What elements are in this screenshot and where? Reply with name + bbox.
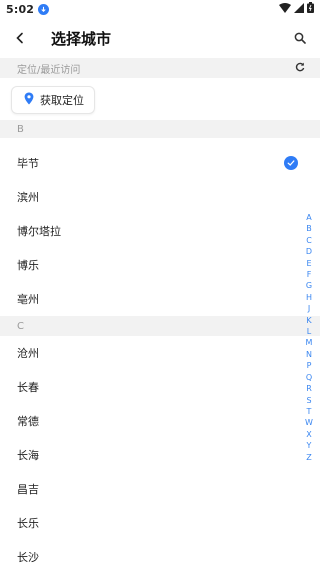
- status-time: 5:02: [6, 2, 35, 16]
- check-icon: [284, 156, 298, 170]
- index-letter[interactable]: S: [306, 395, 311, 406]
- wifi-icon: [279, 2, 291, 16]
- city-name: 昌吉: [17, 483, 39, 496]
- city-name: 博尔塔拉: [17, 225, 61, 238]
- city-list-content: 本溪毕节滨州博尔塔拉博乐亳州C沧州长春常德长海昌吉长乐长沙: [0, 138, 320, 569]
- battery-icon: [307, 2, 314, 16]
- city-item[interactable]: 长沙: [0, 540, 320, 569]
- city-item[interactable]: 昌吉: [0, 472, 320, 506]
- page-title: 选择城市: [51, 29, 112, 48]
- index-letter[interactable]: K: [306, 315, 311, 326]
- search-icon: [294, 29, 306, 48]
- location-pin-icon: [24, 92, 34, 108]
- alphabet-index-bar[interactable]: ABCDEFGHJKLMNPQRSTWXYZ: [303, 212, 315, 463]
- city-name: 滨州: [17, 191, 39, 204]
- city-name: 沧州: [17, 347, 39, 360]
- city-item[interactable]: 长春: [0, 370, 320, 404]
- city-name: 长海: [17, 449, 39, 462]
- back-button[interactable]: [0, 18, 40, 58]
- index-letter[interactable]: A: [306, 212, 311, 223]
- city-list[interactable]: 本溪毕节滨州博尔塔拉博乐亳州C沧州长春常德长海昌吉长乐长沙: [0, 138, 320, 569]
- city-name: 常德: [17, 415, 39, 428]
- index-letter[interactable]: Q: [306, 372, 312, 383]
- index-letter[interactable]: E: [306, 258, 311, 269]
- recent-section-label: 定位/最近访问: [17, 64, 81, 76]
- city-item[interactable]: 滨州: [0, 180, 320, 214]
- index-letter[interactable]: G: [306, 280, 312, 291]
- sticky-group-letter: B: [17, 123, 24, 135]
- sticky-header-fade: [0, 138, 320, 144]
- get-location-label: 获取定位: [40, 94, 84, 107]
- get-location-button[interactable]: 获取定位: [11, 86, 95, 114]
- refresh-icon: [295, 62, 305, 75]
- index-letter[interactable]: D: [306, 246, 312, 257]
- status-bar: 5:02: [0, 0, 320, 18]
- app-bar: 选择城市: [0, 18, 320, 58]
- index-letter[interactable]: W: [305, 417, 313, 428]
- city-name: 长春: [17, 381, 39, 394]
- city-item[interactable]: 长乐: [0, 506, 320, 540]
- city-item[interactable]: 沧州: [0, 336, 320, 370]
- city-name: 毕节: [17, 157, 39, 170]
- city-name: 博乐: [17, 259, 39, 272]
- index-letter[interactable]: P: [307, 360, 312, 371]
- city-item[interactable]: 博尔塔拉: [0, 214, 320, 248]
- city-item[interactable]: 博乐: [0, 248, 320, 282]
- chevron-left-icon: [15, 29, 25, 48]
- city-item[interactable]: 常德: [0, 404, 320, 438]
- city-item[interactable]: 亳州: [0, 282, 320, 316]
- download-icon: [38, 3, 50, 15]
- signal-icon: [294, 2, 304, 16]
- refresh-button[interactable]: [292, 60, 308, 76]
- index-letter[interactable]: H: [306, 292, 312, 303]
- search-button[interactable]: [282, 18, 318, 58]
- city-name: 长沙: [17, 551, 39, 564]
- index-letter[interactable]: J: [308, 303, 310, 314]
- index-letter[interactable]: N: [306, 349, 312, 360]
- index-letter[interactable]: Z: [306, 452, 311, 463]
- sticky-group-header: B: [0, 120, 320, 138]
- index-letter[interactable]: T: [307, 406, 312, 417]
- group-header: C: [0, 316, 320, 336]
- city-name: 亳州: [17, 293, 39, 306]
- index-letter[interactable]: C: [306, 235, 312, 246]
- index-letter[interactable]: F: [307, 269, 312, 280]
- index-letter[interactable]: L: [307, 326, 311, 337]
- city-item[interactable]: 长海: [0, 438, 320, 472]
- index-letter[interactable]: R: [306, 383, 312, 394]
- index-letter[interactable]: X: [306, 429, 311, 440]
- city-name: 长乐: [17, 517, 39, 530]
- recent-section-header: 定位/最近访问: [0, 58, 320, 78]
- city-item[interactable]: 毕节: [0, 146, 320, 180]
- index-letter[interactable]: B: [306, 223, 312, 234]
- index-letter[interactable]: M: [306, 337, 313, 348]
- index-letter[interactable]: Y: [307, 440, 312, 451]
